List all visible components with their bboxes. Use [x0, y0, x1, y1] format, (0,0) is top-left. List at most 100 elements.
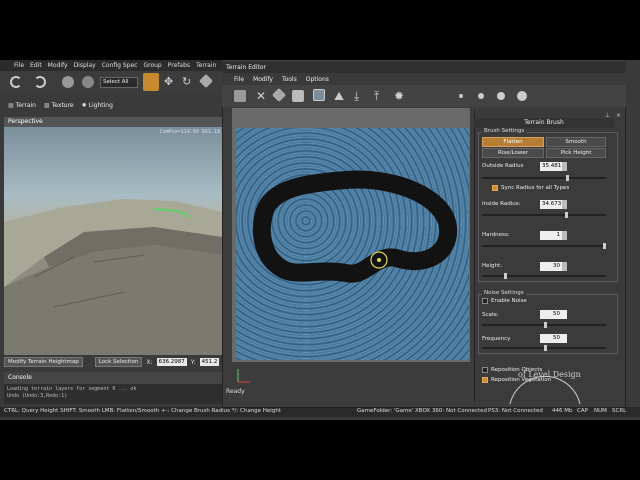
noise-scale-thumb[interactable]: [544, 322, 547, 328]
panel-close-icon[interactable]: ×: [616, 112, 622, 119]
xbox-status: XBOX 360: Not Connected: [415, 408, 488, 414]
menu-config-spec[interactable]: Config Spec: [102, 62, 138, 69]
height-slider[interactable]: [482, 273, 606, 279]
cap-indicator: CAP: [577, 408, 588, 414]
te-menu-tools[interactable]: Tools: [282, 76, 297, 83]
inside-radius-thumb[interactable]: [565, 212, 568, 218]
menu-display[interactable]: Display: [74, 62, 96, 69]
link-icon[interactable]: [62, 76, 74, 88]
open-icon[interactable]: [234, 90, 246, 102]
heightmap-canvas[interactable]: [236, 128, 469, 360]
menu-prefabs[interactable]: Prefabs: [168, 62, 190, 69]
export-icon[interactable]: ⤒: [374, 89, 386, 103]
outside-radius-field[interactable]: 35.481: [540, 162, 562, 171]
brush-settings-label: Brush Settings: [482, 128, 527, 134]
menu-group[interactable]: Group: [143, 62, 161, 69]
menu-modify[interactable]: Modify: [48, 62, 68, 69]
brush-size-2-icon[interactable]: [478, 93, 484, 99]
outside-radius-thumb[interactable]: [566, 175, 569, 181]
smooth-button[interactable]: Smooth: [546, 137, 606, 147]
terrain-editor-status: Ready: [226, 388, 245, 395]
reposition-vegetation-checkbox[interactable]: [482, 377, 488, 383]
panel-pin-icon[interactable]: ⊥: [605, 112, 611, 119]
unlink-icon[interactable]: [82, 76, 94, 88]
menu-terrain[interactable]: Terrain: [196, 62, 216, 69]
noise-frequency-label: Frequency: [482, 336, 511, 342]
height-spinner[interactable]: [562, 262, 567, 271]
console-title[interactable]: Console: [4, 372, 222, 384]
te-menu-file[interactable]: File: [234, 76, 244, 83]
import-icon[interactable]: ⤓: [354, 89, 366, 103]
noise-settings-label: Noise Settings: [482, 290, 526, 296]
sync-radius-checkbox[interactable]: [492, 185, 498, 191]
terrain-editor-menu: File Modify Tools Options: [222, 73, 626, 85]
move-icon[interactable]: ✥: [164, 76, 176, 88]
hardness-slider[interactable]: [482, 243, 606, 249]
watermark-text: of Level Design: [518, 370, 581, 379]
axis-gizmo-icon: [237, 369, 250, 383]
perspective-viewport[interactable]: CamPos=114.60 661.18: [4, 127, 222, 355]
layer-icon[interactable]: [292, 90, 304, 102]
pick-height-button[interactable]: Pick Height: [546, 148, 606, 158]
hardness-spinner[interactable]: [562, 231, 567, 240]
inside-radius-slider[interactable]: [482, 212, 606, 218]
hardness-field[interactable]: 1: [540, 231, 562, 240]
select-tool-icon[interactable]: [143, 73, 159, 91]
outside-radius-slider[interactable]: [482, 175, 606, 181]
x-coord-field[interactable]: 636.2987: [156, 358, 187, 366]
num-indicator: NUM: [594, 408, 607, 414]
flatten-button[interactable]: Flatten: [482, 137, 544, 147]
terrain-icon: ▦: [8, 101, 14, 109]
height-field[interactable]: 30: [540, 262, 562, 271]
reposition-objects-checkbox[interactable]: [482, 367, 488, 373]
texture-icon: ▩: [43, 101, 50, 109]
te-menu-options[interactable]: Options: [306, 76, 329, 83]
enable-noise-checkbox[interactable]: [482, 298, 488, 304]
inside-radius-spinner[interactable]: [562, 200, 567, 209]
viewport-status-row: Modify Terrain Heightmap Lock Selection …: [4, 356, 222, 368]
hardness-thumb[interactable]: [603, 243, 606, 249]
sync-radius-label: Sync Radius for all Types: [501, 185, 570, 191]
noise-scale-slider[interactable]: [482, 322, 606, 328]
lighting-label: Lighting: [88, 101, 113, 109]
noise-frequency-field[interactable]: 50: [540, 334, 562, 343]
hotkey-hints: CTRL: Query Height SHIFT: Smooth LMB: Fl…: [4, 408, 281, 414]
terrain-label: Terrain: [15, 101, 36, 109]
y-coord-label: Y:: [190, 358, 196, 366]
gamefolder-status: GameFolder: 'Game': [357, 408, 414, 414]
brush-size-3-icon[interactable]: [497, 92, 505, 100]
y-coord-field[interactable]: 451.2: [199, 358, 220, 366]
close-icon[interactable]: ✕: [256, 89, 268, 103]
height-thumb[interactable]: [504, 273, 507, 279]
texture-mode-button[interactable]: ▩ Texture: [44, 102, 74, 109]
inside-radius-field[interactable]: 34.673: [540, 200, 562, 209]
redo-icon[interactable]: [34, 76, 46, 88]
noise-scale-spinner[interactable]: [562, 310, 567, 319]
brush-size-4-icon[interactable]: [517, 91, 527, 101]
memory-status: 446 Mb: [552, 408, 573, 414]
outside-radius-label: Outside Radius: [482, 163, 524, 169]
lock-selection-button[interactable]: Lock Selection: [94, 357, 143, 367]
menu-edit[interactable]: Edit: [30, 62, 42, 69]
rotate-icon[interactable]: ↻: [182, 76, 194, 88]
lighting-mode-button[interactable]: ✹ Lighting: [82, 102, 113, 109]
noise-scale-field[interactable]: 50: [540, 310, 562, 319]
eraser-icon[interactable]: [271, 87, 287, 103]
te-menu-modify[interactable]: Modify: [253, 76, 273, 83]
terrain-mode-button[interactable]: ▦ Terrain: [8, 102, 36, 109]
rise-lower-button[interactable]: Rise/Lower: [482, 148, 544, 158]
menu-file[interactable]: File: [14, 62, 24, 69]
terrain-editor-title[interactable]: Terrain Editor: [222, 62, 626, 73]
sunlight-icon[interactable]: ✹: [394, 89, 406, 103]
mountain-icon[interactable]: ⛰: [334, 89, 346, 103]
edit-mode-label: Modify Terrain Heightmap: [4, 357, 83, 367]
brush-size-1-icon[interactable]: [459, 94, 463, 98]
selection-filter-dropdown[interactable]: Select All: [100, 77, 138, 88]
scrl-indicator: SCRL: [612, 408, 627, 414]
outside-radius-spinner[interactable]: [562, 162, 567, 171]
heightmap-icon[interactable]: [313, 89, 325, 101]
undo-icon[interactable]: [10, 76, 22, 88]
scale-icon[interactable]: [198, 73, 214, 89]
noise-frequency-spinner[interactable]: [562, 334, 567, 343]
height-label: Height:: [482, 263, 503, 269]
